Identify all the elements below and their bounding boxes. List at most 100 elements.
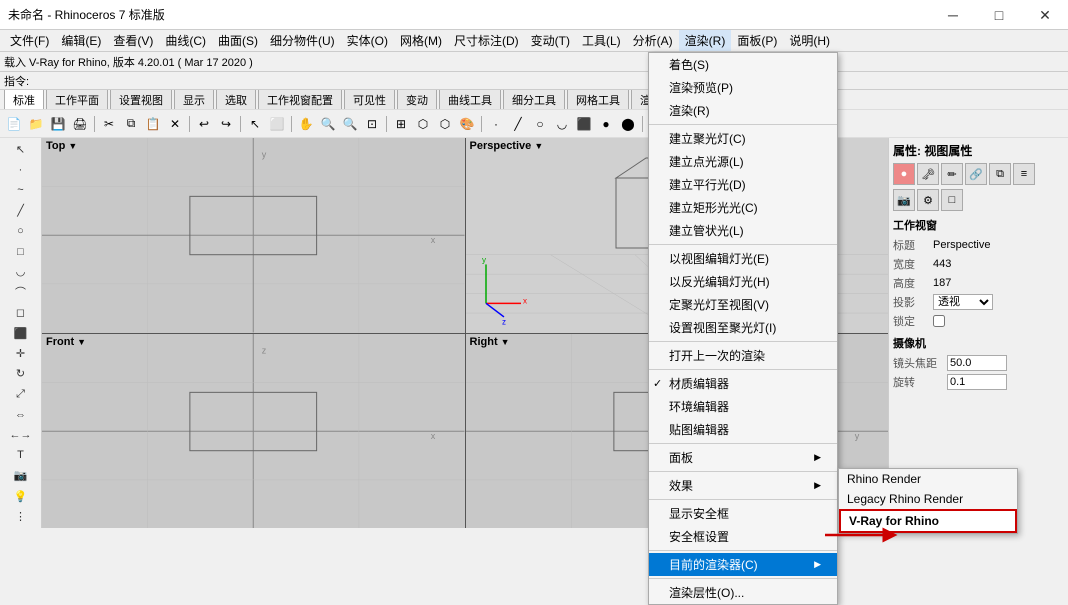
lt-curve[interactable]: ~ bbox=[3, 181, 39, 200]
tool-delete[interactable]: ✕ bbox=[165, 114, 185, 134]
tab-standard[interactable]: 标准 bbox=[4, 90, 44, 110]
lt-dim[interactable]: ←→ bbox=[3, 425, 39, 444]
tab-transform[interactable]: 变动 bbox=[397, 90, 437, 110]
menu-render-properties[interactable]: 渲染层性(O)... bbox=[649, 581, 837, 604]
menu-solid[interactable]: 实体(O) bbox=[341, 30, 394, 51]
menu-render-edit-from-view[interactable]: 以视图编辑灯光(E) bbox=[649, 247, 837, 270]
tool-arc[interactable]: ◡ bbox=[552, 114, 572, 134]
tool-line[interactable]: ╱ bbox=[508, 114, 528, 134]
lt-mirror[interactable]: ⇔ bbox=[3, 405, 39, 424]
lt-arc[interactable]: ◡ bbox=[3, 262, 39, 281]
tool-zoom-in[interactable]: 🔍 bbox=[318, 114, 338, 134]
close-button[interactable]: ✕ bbox=[1022, 0, 1068, 30]
menu-panels[interactable]: 面板(P) bbox=[731, 30, 783, 51]
menu-view[interactable]: 查看(V) bbox=[107, 30, 159, 51]
menu-render[interactable]: 渲染(R) bbox=[679, 30, 732, 51]
tab-subdivision-tools[interactable]: 细分工具 bbox=[503, 90, 565, 110]
menu-render-rectlight[interactable]: 建立矩形光光(C) bbox=[649, 196, 837, 219]
tool-grid[interactable]: ⊞ bbox=[391, 114, 411, 134]
tool-select[interactable]: ↖ bbox=[245, 114, 265, 134]
tool-paste[interactable]: 📋 bbox=[143, 114, 163, 134]
lt-select[interactable]: ↖ bbox=[3, 140, 39, 159]
menu-render-pointlight[interactable]: 建立点光源(L) bbox=[649, 150, 837, 173]
lt-box[interactable]: ⬛ bbox=[3, 323, 39, 342]
menu-transform[interactable]: 变动(T) bbox=[525, 30, 576, 51]
panel-icon-gear[interactable]: ⚙ bbox=[917, 189, 939, 211]
lt-rect[interactable]: □ bbox=[3, 242, 39, 261]
menu-render-render[interactable]: 渲染(R) bbox=[649, 99, 837, 122]
menu-surface[interactable]: 曲面(S) bbox=[212, 30, 264, 51]
menu-render-effects[interactable]: 效果 ▶ bbox=[649, 474, 837, 497]
viewport-front[interactable]: x z Front ▼ bbox=[42, 334, 465, 529]
panel-icon-menu[interactable]: ≡ bbox=[1013, 163, 1035, 185]
menu-render-dirlight[interactable]: 建立平行光(D) bbox=[649, 173, 837, 196]
command-input[interactable] bbox=[33, 75, 175, 87]
submenu-legacy-rhino-render[interactable]: Legacy Rhino Render bbox=[839, 489, 1017, 509]
lt-surface[interactable]: ◻ bbox=[3, 303, 39, 322]
panel-icon-copy[interactable]: ⧉ bbox=[989, 163, 1011, 185]
lt-freeform[interactable]: ⌒ bbox=[3, 283, 39, 302]
tool-new[interactable]: 📄 bbox=[4, 114, 24, 134]
menu-render-env-editor[interactable]: 环境编辑器 bbox=[649, 395, 837, 418]
tool-render-icon[interactable]: 🎨 bbox=[457, 114, 477, 134]
tool-copy[interactable]: ⧉ bbox=[121, 114, 141, 134]
lt-move[interactable]: ✛ bbox=[3, 344, 39, 363]
menu-file[interactable]: 文件(F) bbox=[4, 30, 55, 51]
tab-curvelines[interactable]: 曲线工具 bbox=[439, 90, 501, 110]
panel-select-projection[interactable]: 透视 平行 bbox=[933, 294, 993, 310]
lt-circle[interactable]: ○ bbox=[3, 222, 39, 241]
panel-icon-camera[interactable]: 📷 bbox=[893, 189, 915, 211]
tool-open[interactable]: 📁 bbox=[26, 114, 46, 134]
panel-icon-object[interactable]: ● bbox=[893, 163, 915, 185]
tool-window-select[interactable]: ⬜ bbox=[267, 114, 287, 134]
menu-render-orient-spotlight[interactable]: 定聚光灯至视图(V) bbox=[649, 293, 837, 316]
tool-pan[interactable]: ✋ bbox=[296, 114, 316, 134]
tab-display[interactable]: 显示 bbox=[174, 90, 214, 110]
tool-sphere[interactable]: ● bbox=[596, 114, 616, 134]
viewport-front-label[interactable]: Front ▼ bbox=[46, 336, 86, 348]
menu-mesh[interactable]: 网格(M) bbox=[394, 30, 448, 51]
menu-render-texture-editor[interactable]: 贴图编辑器 bbox=[649, 418, 837, 441]
minimize-button[interactable]: ─ bbox=[930, 0, 976, 30]
tool-box[interactable]: ⬛ bbox=[574, 114, 594, 134]
tool-cylinder[interactable]: ⬤ bbox=[618, 114, 638, 134]
menu-render-current-renderer[interactable]: 目前的渲染器(C) ▶ bbox=[649, 553, 837, 576]
viewport-right-label[interactable]: Right ▼ bbox=[470, 336, 510, 348]
lt-point[interactable]: · bbox=[3, 160, 39, 179]
submenu-vray-for-rhino[interactable]: V-Ray for Rhino bbox=[839, 509, 1017, 533]
menu-render-safe-frame[interactable]: 显示安全框 bbox=[649, 502, 837, 525]
menu-curve[interactable]: 曲线(C) bbox=[159, 30, 212, 51]
panel-input-focal[interactable] bbox=[947, 355, 1007, 371]
lt-light[interactable]: 💡 bbox=[3, 486, 39, 505]
panel-icon-link[interactable]: 🔗 bbox=[965, 163, 987, 185]
submenu-rhino-render[interactable]: Rhino Render bbox=[839, 469, 1017, 489]
menu-render-panels[interactable]: 面板 ▶ bbox=[649, 446, 837, 469]
tool-point[interactable]: · bbox=[486, 114, 506, 134]
menu-help[interactable]: 说明(H) bbox=[783, 30, 836, 51]
tool-shade[interactable]: ⬡ bbox=[435, 114, 455, 134]
lt-camera[interactable]: 📷 bbox=[3, 466, 39, 485]
menu-render-preview[interactable]: 渲染预览(P) bbox=[649, 76, 837, 99]
menu-render-safe-settings[interactable]: 安全框设置 bbox=[649, 525, 837, 548]
menu-edit[interactable]: 编辑(E) bbox=[55, 30, 107, 51]
tool-save[interactable]: 💾 bbox=[48, 114, 68, 134]
panel-icon-pencil[interactable]: ✏ bbox=[941, 163, 963, 185]
tool-zoom-extent[interactable]: ⊡ bbox=[362, 114, 382, 134]
maximize-button[interactable]: □ bbox=[976, 0, 1022, 30]
panel-input-rotate[interactable] bbox=[947, 374, 1007, 390]
tab-workplane[interactable]: 工作平面 bbox=[46, 90, 108, 110]
lt-text[interactable]: T bbox=[3, 446, 39, 465]
tab-viewport-config[interactable]: 工作视窗配置 bbox=[258, 90, 342, 110]
tool-circle[interactable]: ○ bbox=[530, 114, 550, 134]
tab-setview[interactable]: 设置视图 bbox=[110, 90, 172, 110]
tab-select[interactable]: 选取 bbox=[216, 90, 256, 110]
menu-tools[interactable]: 工具(L) bbox=[576, 30, 627, 51]
viewport-perspective-label[interactable]: Perspective ▼ bbox=[470, 140, 544, 152]
tool-undo[interactable]: ↩ bbox=[194, 114, 214, 134]
menu-render-open-last[interactable]: 打开上一次的渲染 bbox=[649, 344, 837, 367]
menu-render-edit-from-reflect[interactable]: 以反光编辑灯光(H) bbox=[649, 270, 837, 293]
tool-zoom-out[interactable]: 🔍 bbox=[340, 114, 360, 134]
viewport-top-label[interactable]: Top ▼ bbox=[46, 140, 77, 152]
tab-visibility[interactable]: 可见性 bbox=[344, 90, 395, 110]
lt-extra[interactable]: ⋮ bbox=[3, 507, 39, 526]
